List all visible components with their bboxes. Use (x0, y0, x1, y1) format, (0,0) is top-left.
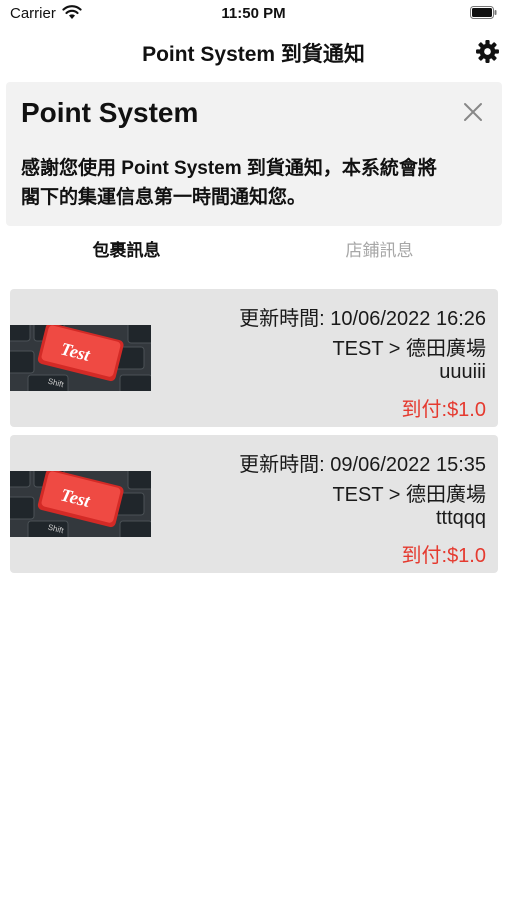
clock: 11:50 PM (221, 5, 286, 22)
cod-row: 到付:$1.0 (402, 539, 487, 568)
updated-time-label: 更新時間: (239, 454, 325, 476)
list-item[interactable]: Test Shift 更新時間: 10/06/2022 16:26 TEST >… (10, 289, 498, 427)
banner-message-line2: 閣下的集運信息第一時間通知您。 (21, 187, 307, 208)
updated-time-value: 09/06/2022 15:35 (330, 454, 486, 476)
status-bar: Carrier 11:50 PM (0, 0, 507, 28)
banner-title: Point System (21, 97, 199, 128)
cod-row: 到付:$1.0 (402, 393, 487, 422)
route-text: TEST > 德田廣場 (332, 484, 486, 506)
updated-time-value: 10/06/2022 16:26 (330, 308, 486, 330)
updated-time-row: 更新時間: 10/06/2022 16:26 (239, 302, 486, 331)
tab-stores[interactable]: 店鋪訊息 (253, 236, 506, 261)
tracking-code: uuuiii (439, 361, 486, 383)
updated-time-label: 更新時間: (239, 308, 325, 330)
banner-message: 感謝您使用 Point System 到貨通知，本系統會將 閣下的集運信息第一時… (21, 154, 496, 212)
close-icon[interactable] (461, 100, 485, 124)
route-text: TEST > 德田廣場 (332, 338, 486, 360)
banner-message-line1: 感謝您使用 Point System 到貨通知，本系統會將 (21, 158, 437, 179)
tracking-code: tttqqq (435, 507, 486, 529)
package-thumbnail: Test Shift (10, 325, 151, 391)
cod-amount: $1.0 (447, 399, 486, 421)
cod-amount: $1.0 (447, 545, 486, 567)
package-thumbnail: Test Shift (10, 471, 151, 537)
list-item[interactable]: Test Shift 更新時間: 09/06/2022 15:35 TEST >… (10, 435, 498, 573)
updated-time-row: 更新時間: 09/06/2022 15:35 (239, 448, 486, 477)
cod-label: 到付: (401, 545, 448, 567)
tab-packages[interactable]: 包裹訊息 (0, 236, 253, 261)
cod-label: 到付: (401, 399, 448, 421)
battery-icon (470, 6, 497, 19)
welcome-banner: Point System 感謝您使用 Point System 到貨通知，本系統… (6, 82, 502, 226)
gear-icon[interactable] (475, 39, 500, 64)
nav-title: Point System 到貨通知 (142, 43, 365, 66)
